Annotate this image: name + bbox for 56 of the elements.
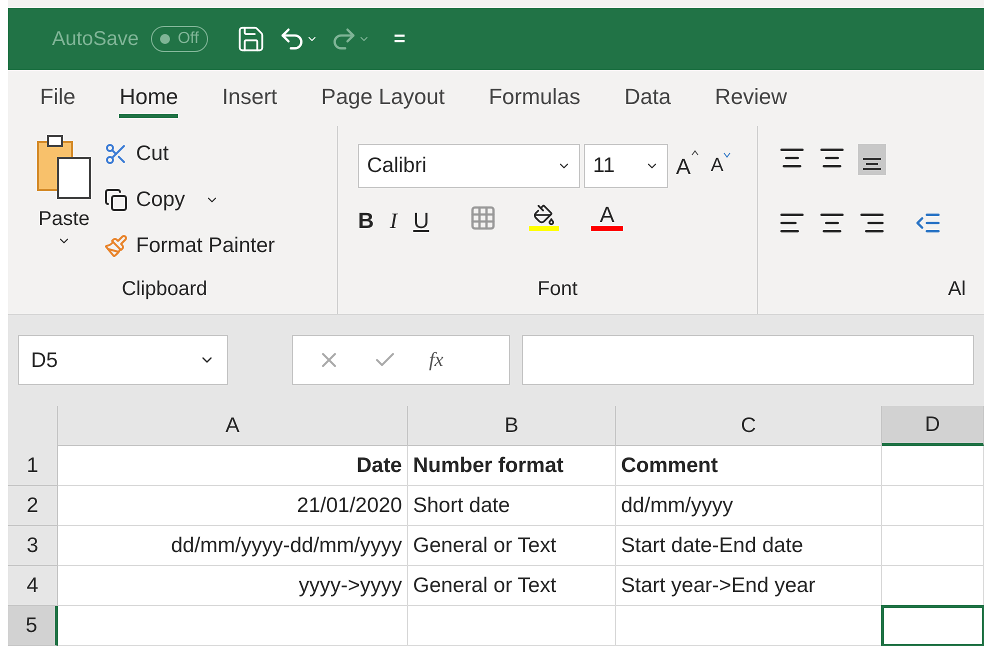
ribbon-tab[interactable]: Data: [624, 78, 671, 118]
font-color-button[interactable]: A: [591, 204, 624, 232]
group-label: Font: [536, 276, 579, 302]
table-cell: dd/mm/yyyy-dd/mm/yyyy: [58, 526, 408, 566]
column-header[interactable]: B: [408, 406, 616, 446]
table-cell: dd/mm/yyyy: [616, 486, 882, 526]
column-header[interactable]: A: [58, 406, 408, 446]
row-header[interactable]: 1: [8, 446, 58, 486]
font-size-field[interactable]: 11: [584, 144, 668, 188]
ribbon-tab[interactable]: Review: [714, 78, 788, 118]
ribbon-tab[interactable]: Insert: [222, 78, 278, 118]
ribbon-tab[interactable]: Formulas: [488, 78, 580, 118]
copy-button[interactable]: Copy: [104, 180, 275, 220]
table-cell: Date: [58, 446, 408, 486]
table-cell: Short date: [408, 486, 616, 526]
italic-button[interactable]: I: [390, 204, 398, 238]
column-header[interactable]: D: [882, 406, 984, 446]
autosave-label: AutoSave: [52, 26, 139, 52]
shrink-font-button[interactable]: A: [706, 152, 736, 180]
table-cell: yyyy->yyyy: [58, 566, 408, 606]
ribbon-tab[interactable]: File: [40, 78, 76, 118]
table-cell: Comment: [616, 446, 882, 486]
row-header[interactable]: 4: [8, 566, 58, 606]
formula-field[interactable]: [522, 335, 974, 386]
insert-function-button[interactable]: fx: [429, 345, 444, 376]
fill-color-icon[interactable]: [529, 204, 560, 232]
ribbon-tab[interactable]: Home: [119, 78, 178, 118]
bold-button[interactable]: B: [358, 204, 374, 238]
ribbon-tab[interactable]: Page Layout: [321, 78, 445, 118]
table-cell: Start date-End date: [616, 526, 882, 566]
align-bottom-icon: [863, 158, 881, 170]
table-cell: Start year->End year: [616, 566, 882, 606]
caret-up-icon: [690, 150, 699, 156]
row-header[interactable]: 3: [8, 526, 58, 566]
scissors-icon: [104, 142, 128, 166]
font-name-field[interactable]: Calibri: [358, 144, 580, 188]
row-header[interactable]: 2: [8, 486, 58, 526]
table-cell: General or Text: [408, 566, 616, 606]
underline-button[interactable]: U: [413, 204, 430, 238]
borders-icon[interactable]: [469, 204, 498, 232]
paste-button[interactable]: Paste: [32, 134, 96, 274]
format-painter-button[interactable]: Format Painter: [104, 226, 275, 266]
cut-button[interactable]: Cut: [104, 134, 275, 174]
table-cell: 21/01/2020: [58, 486, 408, 526]
grow-font-button[interactable]: A: [672, 150, 703, 183]
table-cell: Number format: [408, 446, 616, 486]
group-label: Clipboard: [120, 276, 208, 302]
customize-menu-button[interactable]: =: [394, 24, 406, 54]
copy-icon: [104, 188, 128, 212]
caret-down-icon: [723, 152, 732, 158]
group-label: Al: [947, 276, 967, 302]
name-box[interactable]: D5: [18, 335, 228, 386]
align-bottom-button[interactable]: [858, 144, 886, 176]
paintbrush-icon: [104, 234, 128, 258]
table-cell: General or Text: [408, 526, 616, 566]
row-header[interactable]: 5: [8, 606, 58, 646]
